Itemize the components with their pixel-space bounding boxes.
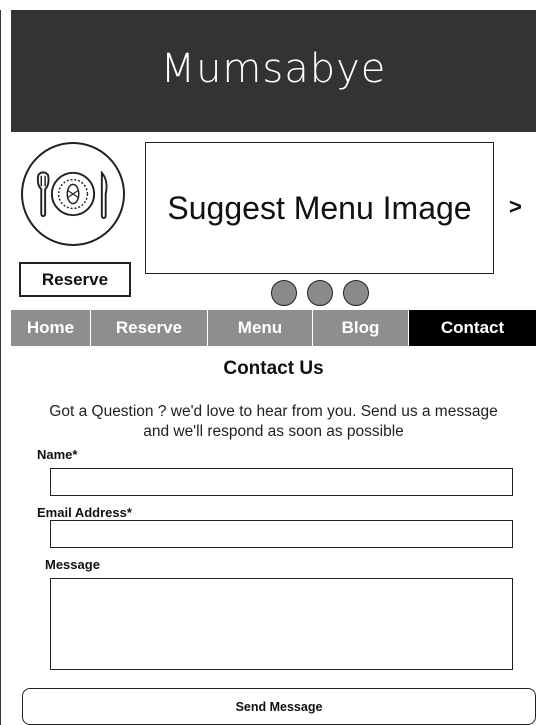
- email-label: Email Address*: [37, 505, 132, 520]
- name-label: Name*: [37, 447, 78, 462]
- menu-image-label: Suggest Menu Image: [167, 189, 472, 226]
- contact-intro: Got a Question ? we'd love to hear from …: [11, 402, 536, 442]
- brand-name: Mumsabye: [160, 46, 387, 92]
- nav-item-contact[interactable]: Contact: [409, 310, 536, 346]
- page-title: Contact Us: [223, 358, 324, 379]
- nav-item-menu[interactable]: Menu: [208, 310, 313, 346]
- intro-line-1: Got a Question ? we'd love to hear from …: [49, 403, 498, 420]
- carousel-dot[interactable]: [271, 280, 297, 306]
- carousel-dot[interactable]: [307, 280, 333, 306]
- menu-image-placeholder: Suggest Menu Image: [145, 142, 494, 274]
- message-label: Message: [45, 557, 100, 572]
- nav-item-blog[interactable]: Blog: [313, 310, 409, 346]
- message-field[interactable]: [50, 578, 513, 670]
- intro-line-2: and we'll respond as soon as possible: [143, 423, 404, 440]
- name-field[interactable]: [50, 468, 513, 496]
- hero-section: Reserve Suggest Menu Image >: [11, 132, 536, 310]
- reserve-button[interactable]: Reserve: [19, 262, 131, 297]
- carousel-dots: [271, 280, 369, 306]
- site-header: Mumsabye: [11, 10, 536, 132]
- main-nav: Home Reserve Menu Blog Contact: [11, 310, 536, 346]
- plate-fork-knife-icon: [21, 142, 125, 246]
- carousel-next-button[interactable]: >: [509, 194, 522, 220]
- send-message-button[interactable]: Send Message: [22, 688, 536, 725]
- nav-item-home[interactable]: Home: [11, 310, 91, 346]
- nav-item-reserve[interactable]: Reserve: [91, 310, 208, 346]
- email-field[interactable]: [50, 520, 513, 548]
- carousel-dot[interactable]: [343, 280, 369, 306]
